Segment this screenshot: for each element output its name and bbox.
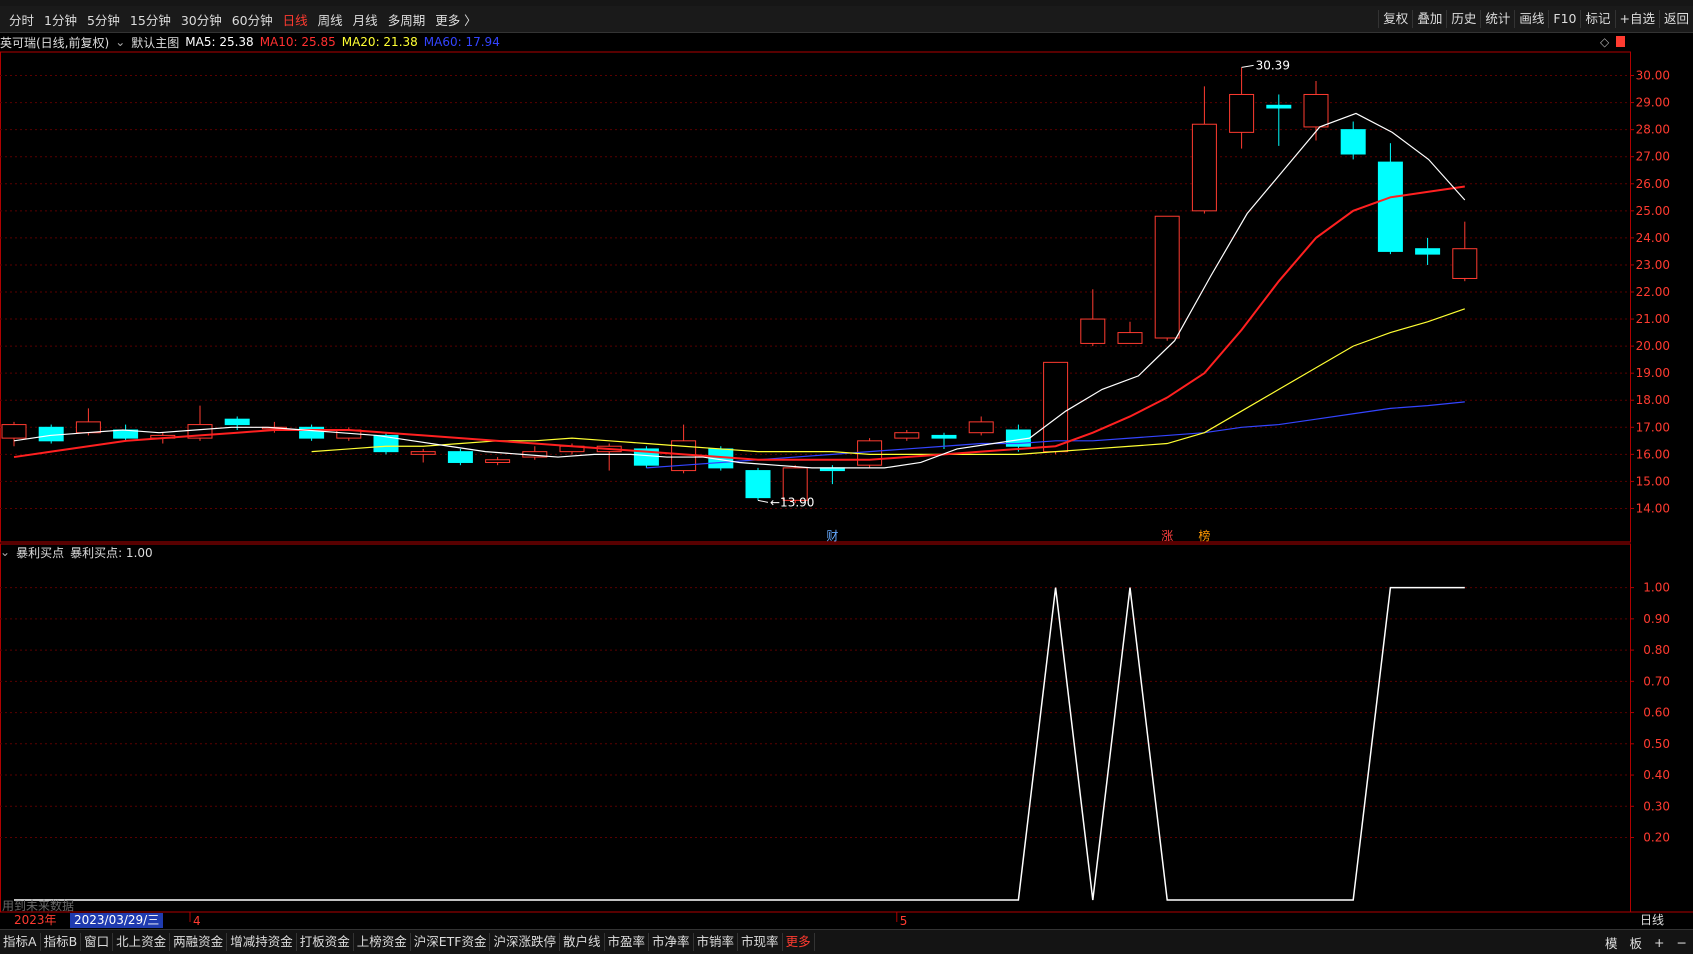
period-axis-label: 日线 [1640, 913, 1665, 927]
candle-body [1452, 248, 1478, 279]
bottom-control-button[interactable]: − [1671, 935, 1693, 950]
main-y-tick-label: 22.00 [1636, 285, 1670, 299]
candle-body [447, 451, 473, 463]
candle-body [1080, 318, 1106, 344]
indicator-tabs: 指标A 指标B 窗口 北上资金 两融资金 增减持资金 打板资金 上榜资金 沪深ETF资金 沪深涨跌… [0, 933, 815, 951]
indicator-tab[interactable]: 市销率 [694, 933, 739, 951]
indicator-tab[interactable]: 市净率 [649, 933, 694, 951]
candle-body [485, 459, 511, 463]
candle-body [299, 426, 325, 439]
indicator-tab[interactable]: 散户线 [560, 933, 605, 951]
indicator-tab[interactable]: 增减持资金 [227, 933, 297, 951]
candle-body [1340, 129, 1366, 155]
stock-chart[interactable]: 30.00 29.00 28.00 27.00 26.00 25.00 24.00 23.00… [0, 0, 1693, 953]
candle-body [857, 440, 883, 466]
indicator-tab[interactable]: 上榜资金 [354, 933, 411, 951]
high-price-label: 30.39 [1256, 58, 1290, 72]
main-y-tick-label: 14.00 [1636, 501, 1670, 515]
bottom-right-controls: 模板 + − [1599, 930, 1693, 954]
sub-y-tick-label: 0.80 [1643, 643, 1670, 657]
indicator-tab[interactable]: 打板资金 [297, 933, 354, 951]
main-y-tick-label: 29.00 [1636, 96, 1670, 110]
bottom-control-button[interactable]: 模 [1599, 933, 1624, 952]
main-y-tick-label: 26.00 [1636, 177, 1670, 191]
ma20-line [311, 308, 1465, 455]
main-y-tick-label: 18.00 [1636, 393, 1670, 407]
candle-body [1377, 161, 1403, 252]
candle-body [38, 426, 64, 442]
main-y-tick-label: 28.00 [1636, 123, 1670, 137]
indicator-tab[interactable]: 两融资金 [170, 933, 228, 951]
event-marker-label: 财 [826, 529, 838, 543]
main-y-tick-label: 23.00 [1636, 258, 1670, 272]
main-y-tick-label: 25.00 [1636, 204, 1670, 218]
main-y-tick-label: 16.00 [1636, 447, 1670, 461]
year-label: 2023年 [14, 913, 57, 927]
sub-y-tick-label: 0.50 [1643, 737, 1670, 751]
cursor-date-label: 2023/03/29/三 [70, 913, 164, 928]
sub-y-tick-label: 1.00 [1643, 581, 1670, 595]
indicator-tab-bar: 指标A 指标B 窗口 北上资金 两融资金 增减持资金 打板资金 上榜资金 沪深ETF资金 沪深涨跌… [0, 929, 1693, 954]
candle-body [1415, 248, 1441, 255]
candle-body [75, 421, 101, 434]
main-y-tick-label: 24.00 [1636, 231, 1670, 245]
bottom-control-button[interactable]: 板 [1624, 933, 1649, 952]
indicator-tab[interactable]: 沪深ETF资金 [411, 933, 491, 951]
candle-body [1117, 332, 1143, 344]
high-marker-line [1241, 64, 1254, 68]
indicator-tab[interactable]: 北上资金 [113, 933, 171, 951]
candle-body [968, 421, 994, 434]
candle-body [1, 424, 27, 439]
sub-y-tick-label: 0.40 [1643, 768, 1670, 782]
low-price-label: ←13.90 [770, 495, 814, 509]
ma5-line [13, 112, 1466, 469]
candle-body [1154, 215, 1180, 339]
candle-body [1043, 361, 1069, 453]
main-y-tick-label: 17.00 [1636, 420, 1670, 434]
main-y-tick-label: 15.00 [1636, 474, 1670, 488]
main-panel-frame [0, 51, 1631, 543]
candle-body [745, 470, 771, 499]
event-marker-label: 榜 [1198, 528, 1210, 543]
candle-body [1191, 123, 1217, 212]
indicator-tab[interactable]: 指标B [41, 933, 82, 951]
main-y-tick-label: 30.00 [1636, 69, 1670, 83]
sub-panel-frame [0, 543, 1631, 913]
indicator-tab[interactable]: 市现率 [738, 933, 783, 951]
candle-body [1303, 93, 1329, 128]
candle-body [224, 418, 250, 426]
indicator-tab[interactable]: 窗口 [81, 933, 114, 951]
sub-y-tick-label: 0.30 [1643, 799, 1670, 813]
future-data-note: 用到未来数据 [2, 899, 75, 913]
low-marker-line [757, 499, 769, 503]
main-y-tick-label: 19.00 [1636, 366, 1670, 380]
sub-y-tick-label: 0.90 [1643, 612, 1670, 626]
candle-body [894, 432, 920, 439]
sidebar-toggle-icon [1616, 36, 1625, 47]
sub-y-tick-label: 0.20 [1643, 831, 1670, 845]
sub-y-tick-label: 0.60 [1643, 706, 1670, 720]
indicator-tab[interactable]: 指标A [0, 933, 41, 951]
candle-body [931, 434, 957, 439]
bottom-control-button[interactable]: + [1648, 935, 1670, 950]
candle-body [1229, 93, 1255, 133]
main-y-tick-label: 20.00 [1636, 339, 1670, 353]
indicator-tab[interactable]: 更多 [783, 933, 815, 951]
event-marker-label: 涨 [1161, 528, 1173, 543]
candle-body [410, 451, 436, 455]
main-y-tick-label: 27.00 [1636, 150, 1670, 164]
indicator-tab[interactable]: 沪深涨跌停 [490, 933, 560, 951]
candle-body [1266, 104, 1292, 109]
diamond-icon: ◇ [1600, 35, 1610, 49]
time-axis: 2023年 2023/03/29/三 日线 [0, 913, 1693, 929]
sub-y-tick-label: 0.70 [1643, 674, 1670, 688]
indicator-tab[interactable]: 市盈率 [605, 933, 650, 951]
main-y-tick-label: 21.00 [1636, 312, 1670, 326]
